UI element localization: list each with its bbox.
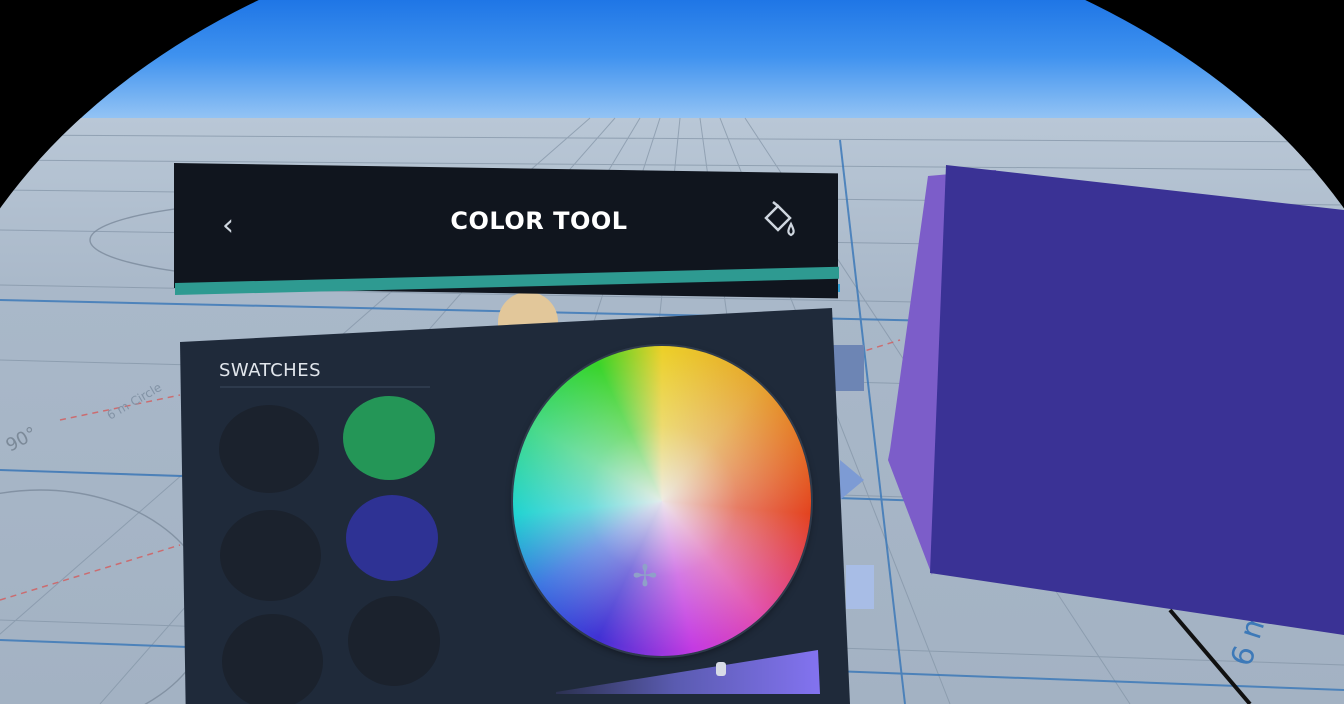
swatch-empty-3[interactable]	[222, 614, 323, 704]
swatch-empty-1[interactable]	[219, 405, 319, 493]
paint-bucket-icon	[764, 201, 795, 237]
swatch-empty-4[interactable]	[348, 596, 440, 686]
color-wheel[interactable]	[513, 346, 811, 656]
swatches-title: SWATCHES	[219, 360, 321, 381]
swatch-indigo[interactable]	[346, 495, 438, 581]
paint-bucket-button[interactable]	[756, 196, 802, 244]
swatch-green[interactable]	[343, 396, 435, 480]
circle-label: 6 m Circle	[105, 380, 165, 422]
cube-front-face[interactable]	[930, 165, 1344, 635]
vr-viewport: 90° 6 m Circle 6 m ‹ COLOR TOOL SWATCHES…	[0, 0, 1344, 704]
swatches-divider	[220, 386, 430, 388]
slider-handle[interactable]	[716, 662, 726, 676]
angle-label: 90°	[2, 423, 40, 457]
color-picker-cursor-icon[interactable]: ✢	[628, 560, 662, 594]
swatch-empty-2[interactable]	[220, 510, 321, 601]
